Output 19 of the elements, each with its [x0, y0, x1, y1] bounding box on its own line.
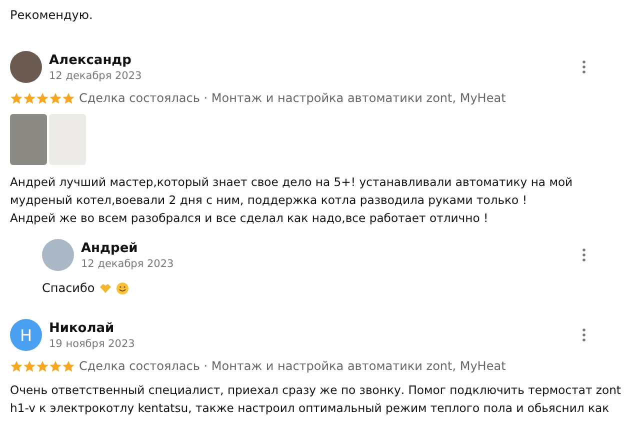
reply-date: 12 декабря 2023: [81, 258, 175, 270]
more-options-icon[interactable]: [582, 60, 586, 74]
more-options-icon[interactable]: [582, 248, 586, 262]
smiley-icon: [116, 282, 129, 294]
review-date: 12 декабря 2023: [49, 70, 143, 82]
author-name: Александр: [49, 52, 132, 68]
avatar-photo-placeholder: [10, 51, 42, 83]
review-text: Андрей лучший мастер,который знает свое дело на 5+! устанавливали автоматику на мой мудреный котел,воевали 2 дня с ним, поддержка котла разводила руками только ! Андрей же во всем разобрался и все сделал как надо,все работает отлично !: [10, 174, 574, 227]
deal-info: Сделка состоялась · Монтаж и настройка автоматики zont, MyHeat: [79, 91, 506, 105]
author-name: Николай: [49, 320, 116, 336]
review-date: 19 ноября 2023: [49, 338, 136, 350]
avatar-letter: Н: [10, 319, 42, 351]
avatar-photo-placeholder: [42, 239, 74, 271]
more-options-icon[interactable]: [582, 328, 586, 342]
author-name: Андрей: [81, 240, 139, 256]
deal-info: Сделка состоялась · Монтаж и настройка автоматики zont, MyHeat: [79, 359, 506, 373]
review-text: Очень ответственный специалист, приехал сразу же по звонку. Помог подключить термостат zont h1-v к электрокотлу kentatsu, также настроил оптимальный режим теплого пола и обьяснил как: [10, 382, 622, 417]
review-text: Рекомендую.: [10, 7, 94, 24]
reply-text: Спасибо: [42, 281, 95, 295]
